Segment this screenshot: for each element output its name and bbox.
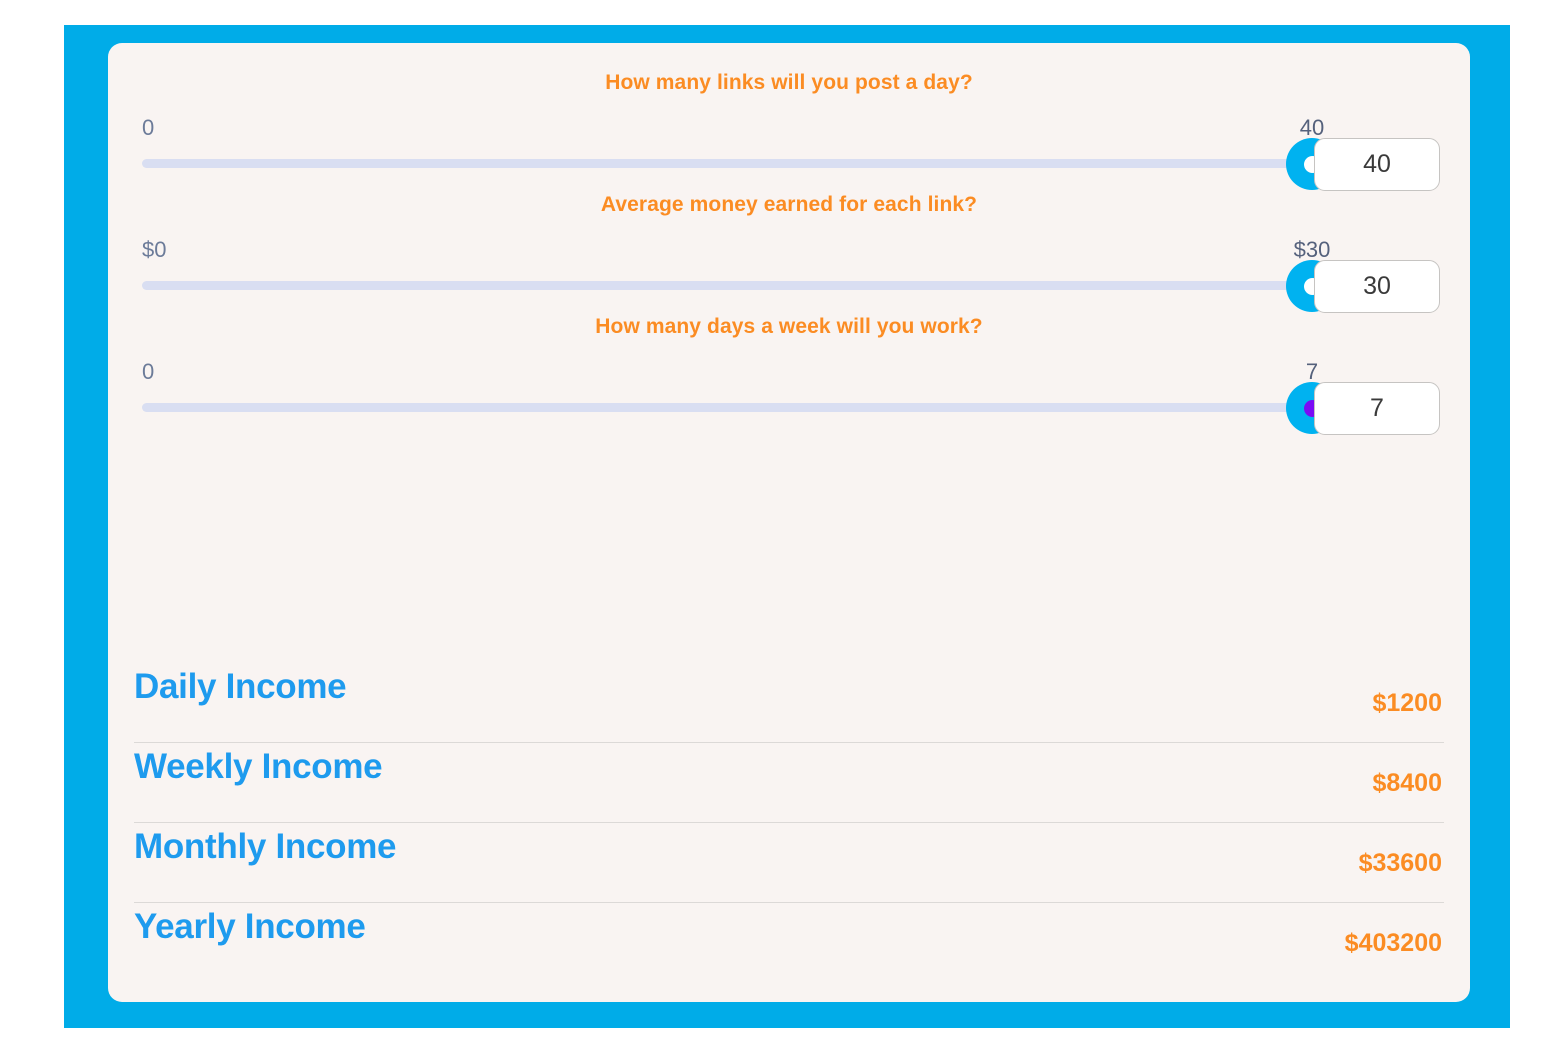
- income-value-weekly: $8400: [1372, 769, 1442, 797]
- table-row: Weekly Income $8400: [134, 743, 1444, 823]
- slider-min-label-money-per-link: $0: [142, 237, 167, 262]
- number-input-money-per-link[interactable]: 30: [1314, 260, 1440, 313]
- income-label-yearly: Yearly Income: [134, 907, 366, 946]
- income-label-weekly: Weekly Income: [134, 747, 383, 786]
- slider-min-label-days-per-week: 0: [142, 359, 155, 384]
- slider-days-per-week[interactable]: 0 7: [134, 339, 1338, 435]
- calculator-card: How many links will you post a day? 0 40…: [108, 43, 1470, 1002]
- slider-min-label-links-per-day: 0: [142, 115, 155, 140]
- slider-question-days-per-week: How many days a week will you work?: [595, 315, 983, 338]
- table-row: Yearly Income $403200: [134, 903, 1444, 982]
- slider-question-links-per-day: How many links will you post a day?: [605, 71, 973, 94]
- income-label-daily: Daily Income: [134, 667, 347, 706]
- slider-track-money-per-link[interactable]: [142, 281, 1312, 290]
- income-results: Daily Income $1200 Weekly Income $8400 M…: [134, 663, 1444, 982]
- slider-track-links-per-day[interactable]: [142, 159, 1312, 168]
- table-row: Monthly Income $33600: [134, 823, 1444, 903]
- slider-block-links-per-day: How many links will you post a day? 0 40…: [134, 69, 1444, 191]
- income-label-monthly: Monthly Income: [134, 827, 397, 866]
- slider-row-days-per-week: 0 7 7: [134, 339, 1444, 435]
- slider-question-money-per-link: Average money earned for each link?: [600, 193, 978, 216]
- number-input-days-per-week[interactable]: 7: [1314, 382, 1440, 435]
- income-value-daily: $1200: [1372, 689, 1442, 717]
- income-value-yearly: $403200: [1344, 929, 1442, 957]
- slider-row-links-per-day: 0 40 40: [134, 95, 1444, 191]
- calculator-frame: How many links will you post a day? 0 40…: [64, 25, 1510, 1028]
- table-row: Daily Income $1200: [134, 663, 1444, 743]
- slider-block-days-per-week: How many days a week will you work? 0 7 …: [134, 313, 1444, 435]
- slider-block-money-per-link: Average money earned for each link? $0 $…: [134, 191, 1444, 313]
- slider-links-per-day[interactable]: 0 40: [134, 95, 1338, 191]
- number-input-links-per-day[interactable]: 40: [1314, 138, 1440, 191]
- slider-track-days-per-week[interactable]: [142, 403, 1312, 412]
- slider-money-per-link[interactable]: $0 $30: [134, 217, 1338, 313]
- income-value-monthly: $33600: [1358, 849, 1442, 877]
- slider-row-money-per-link: $0 $30 30: [134, 217, 1444, 313]
